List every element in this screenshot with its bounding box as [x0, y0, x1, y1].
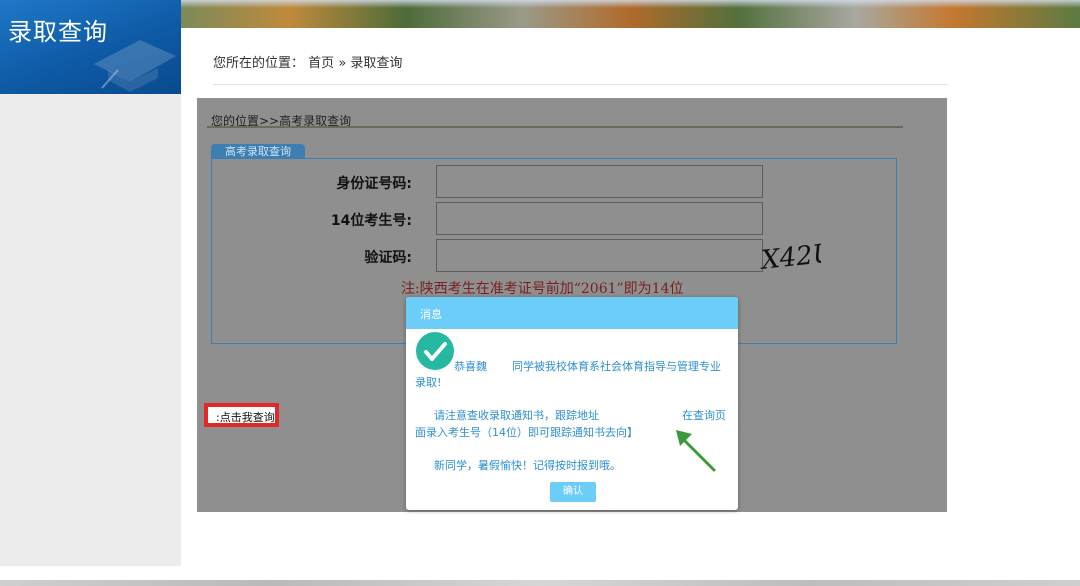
farewell-text: 新同学，暑假愉快！记得按时报到哦。 [434, 459, 621, 472]
divider [213, 84, 948, 85]
notice-text: 请注意查收录取通知书，跟踪地址 [434, 409, 599, 422]
congrats-text: 同学被我校体育系社会体育指导与管理专业 [512, 360, 721, 373]
location-separator: » [338, 56, 351, 71]
dialog-header: 消息 [406, 297, 738, 329]
exam-number-input[interactable] [436, 202, 763, 235]
graduation-cap-icon [94, 40, 176, 92]
confirm-button[interactable]: 确认 [550, 482, 596, 502]
message-dialog: 消息 恭喜魏 同学被我校体育系社会体育指导与管理专业 录取! 请注意查收录取通知… [406, 297, 738, 510]
campus-banner [181, 0, 1080, 28]
captcha-text: X42U [759, 238, 821, 276]
sidebar: 录取查询 [0, 0, 181, 566]
id-number-label: 身份证号码: [336, 176, 412, 192]
exam-number-label: 14位考生号: [330, 213, 412, 229]
sidebar-header: 录取查询 [0, 0, 181, 94]
location-prefix: 您所在的位置： [213, 56, 305, 71]
form-note: 注:陕西考生在准考证号前加“2061”即为14位 [401, 281, 684, 297]
success-check-icon [416, 332, 454, 370]
pointer-arrow-icon [676, 430, 716, 472]
captcha-input[interactable] [436, 239, 763, 272]
location-breadcrumb: 您所在的位置： 首页 » 录取查询 [213, 52, 402, 71]
footer-strip [0, 580, 1080, 586]
congrats-end: 录取! [415, 376, 442, 389]
dialog-title: 消息 [420, 308, 442, 321]
tab-admission-query[interactable]: 高考录取查询 [211, 144, 305, 159]
location-current: 录取查询 [350, 56, 403, 71]
captcha-label: 验证码: [364, 250, 412, 266]
query-link-highlight: :点击我查询 [204, 403, 279, 427]
congrats-name: 恭喜魏 [454, 360, 487, 373]
query-link[interactable]: :点击我查询 [216, 409, 275, 425]
notice-text-end: 面录入考生号（14位）即可跟踪通知书去向】 [415, 426, 638, 439]
home-link[interactable]: 首页 [308, 56, 334, 71]
breadcrumb-divider [207, 126, 903, 128]
id-number-input[interactable] [436, 165, 763, 198]
captcha-image[interactable]: X42U [759, 236, 821, 276]
